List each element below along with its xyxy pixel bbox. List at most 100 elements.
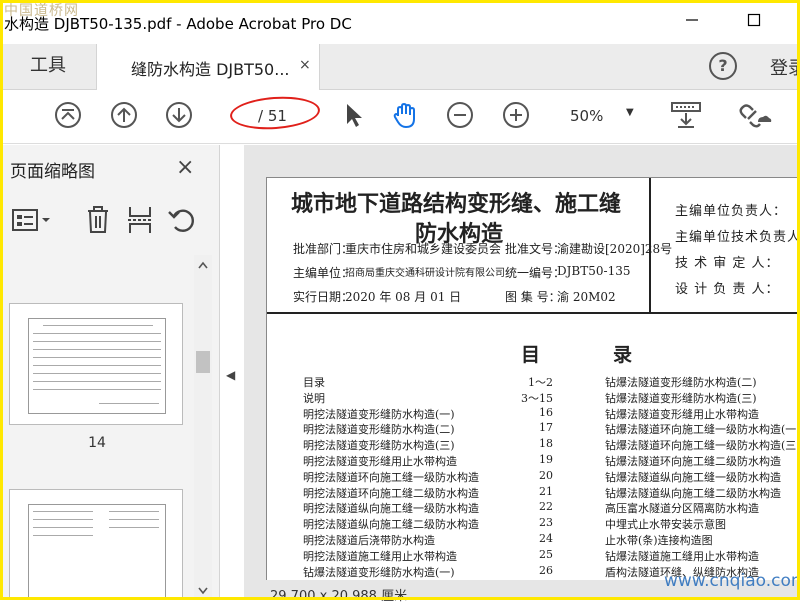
title-bar: 中国道桥网 水构造 DJBT50-135.pdf - Adobe Acrobat…: [0, 0, 800, 44]
toc-entry-page: 1～2: [528, 376, 553, 389]
toc-entry[interactable]: 钻爆法隧道变形缝防水构造(三): [605, 390, 757, 406]
toc-entry[interactable]: 明挖法隧道后浇带防水构造 24: [303, 532, 553, 548]
zoom-value: 50%: [570, 107, 604, 125]
toc-entry[interactable]: 明挖法隧道环向施工缝一级防水构造 20: [303, 469, 553, 485]
responsible-line: 主编单位技术负责人：: [675, 230, 800, 245]
toc-entry[interactable]: 钻爆法隧道施工缝用止水带构造: [605, 548, 759, 564]
document-view: 城市地下道路结构变形缝、施工缝 防水构造 批准部门： 重庆市住房和城乡建设委员会…: [244, 145, 800, 600]
responsible-line: 设 计 负 责 人：: [675, 282, 780, 297]
tab-bar: 工具 缝防水构造 DJBT50... × ? 登录: [0, 44, 800, 91]
toc-entry[interactable]: 高压富水隧道分区隔离防水构造: [605, 500, 759, 516]
toc-entry[interactable]: 明挖法隧道纵向施工缝二级防水构造 23: [303, 516, 553, 532]
collapse-panel-icon[interactable]: ◀: [226, 368, 235, 382]
toc-entry[interactable]: 钻爆法隧道变形缝防水构造(二): [605, 374, 757, 390]
tab-document[interactable]: 缝防水构造 DJBT50... ×: [96, 44, 320, 91]
login-button[interactable]: 登录: [770, 54, 800, 80]
hand-tool-icon[interactable]: [390, 100, 420, 130]
toc-entry-title: 说明: [303, 391, 325, 405]
toc-entry[interactable]: 目录 1～2: [303, 374, 553, 390]
thumbnail-options-icon[interactable]: [12, 208, 52, 232]
toc-entry-title: 明挖法隧道施工缝用止水带构造: [303, 549, 457, 563]
unified-no: DJBT50-135: [557, 264, 631, 278]
toc-entry[interactable]: 明挖法隧道变形缝用止水带构造 19: [303, 453, 553, 469]
tab-tools[interactable]: 工具: [0, 44, 96, 90]
toc-entry-page: 25: [539, 547, 553, 561]
chevron-down-icon: ▼: [626, 107, 634, 118]
toc-entry[interactable]: 钻爆法隧道变形缝用止水带构造: [605, 406, 759, 422]
toc-entry-page: 22: [539, 500, 553, 514]
thumbnail-label: 13: [0, 255, 194, 259]
close-tab-icon[interactable]: ×: [299, 57, 311, 73]
date-label: 实行日期：: [293, 290, 354, 304]
thumbnail-page-14[interactable]: [9, 303, 183, 425]
toc-entry[interactable]: 说明 3～15: [303, 390, 553, 406]
toc-entry-title: 明挖法隧道环向施工缝二级防水构造: [303, 486, 479, 500]
maximize-icon: [747, 13, 761, 27]
maximize-button[interactable]: [740, 8, 768, 36]
thumbnail-panel: 页面缩略图 × 13 14: [0, 145, 220, 600]
toc-entry-page: 17: [539, 421, 553, 435]
toc-entry[interactable]: 中埋式止水带安装示意图: [605, 516, 726, 532]
toc-entry[interactable]: 明挖法隧道施工缝用止水带构造 25: [303, 548, 553, 564]
toc-entry-title: 明挖法隧道变形缝防水构造(三): [303, 439, 455, 453]
toc-entry[interactable]: 钻爆法隧道环向施工缝二级防水构造: [605, 453, 781, 469]
toc-entry[interactable]: 明挖法隧道变形缝防水构造(二) 17: [303, 421, 553, 437]
editor: 招商局重庆交通科研设计院有限公司: [345, 268, 505, 279]
close-panel-icon[interactable]: ×: [176, 155, 194, 180]
thumbnail-toolbar: [0, 200, 220, 240]
toc-entry[interactable]: 钻爆法隧道纵向施工缝二级防水构造: [605, 485, 781, 501]
toc-entry[interactable]: 明挖法隧道环向施工缝二级防水构造 21: [303, 485, 553, 501]
panel-title: 页面缩略图: [10, 162, 95, 182]
first-page-icon[interactable]: [53, 100, 83, 130]
doc-title-line1: 城市地下道路结构变形缝、施工缝: [291, 191, 622, 217]
scrollbar-thumb[interactable]: [196, 351, 210, 373]
select-cursor-icon[interactable]: [338, 100, 368, 130]
toc-entry[interactable]: 明挖法隧道纵向施工缝一级防水构造 22: [303, 500, 553, 516]
prev-page-icon[interactable]: [109, 100, 139, 130]
date: 2020 年 08 月 01 日: [345, 290, 462, 304]
watermark-bottom: www.cnqiao.com: [664, 571, 800, 591]
toc-entry-page: 26: [539, 563, 553, 577]
toc-entry-title: 明挖法隧道变形缝用止水带构造: [303, 455, 457, 468]
toc-entry-title: 明挖法隧道纵向施工缝二级防水构造: [303, 518, 479, 532]
editor-label: 主编单位：: [293, 266, 354, 280]
toc-entry-title: 明挖法隧道变形缝防水构造(一): [303, 407, 455, 421]
toc-entry-title: 钻爆法隧道变形缝防水构造(一): [303, 565, 455, 579]
rotate-icon[interactable]: [168, 206, 196, 234]
toc-entry[interactable]: 明挖法隧道变形缝防水构造(一) 16: [303, 406, 553, 422]
toc-entry[interactable]: 钻爆法隧道变形缝防水构造(一) 26: [303, 564, 553, 580]
approval-dept-label: 批准部门：: [293, 242, 354, 256]
toc-entry-title: 明挖法隧道变形缝防水构造(二): [303, 423, 455, 437]
scroll-up-icon[interactable]: [198, 261, 208, 269]
scroll-mode-icon[interactable]: [670, 100, 702, 130]
toc-entry[interactable]: 明挖法隧道变形缝防水构造(三) 18: [303, 437, 553, 453]
responsible-line: 主编单位负责人：: [675, 204, 788, 219]
approval-no-label: 批准文号：: [505, 242, 566, 256]
thumbnail-scrollbar[interactable]: [194, 255, 212, 600]
scroll-down-icon[interactable]: [198, 587, 208, 595]
thumbnail-page-15[interactable]: [9, 489, 183, 600]
toc-entry[interactable]: 钻爆法隧道环向施工缝一级防水构造(三): [605, 437, 800, 453]
extract-pages-icon[interactable]: [127, 206, 153, 234]
zoom-dropdown[interactable]: 50% ▼: [556, 105, 646, 129]
delete-icon[interactable]: [86, 206, 110, 234]
toc-entry[interactable]: 止水带(条)连接构造图: [605, 532, 713, 548]
toc-entry[interactable]: 钻爆法隧道环向施工缝一级防水构造(一): [605, 421, 800, 437]
zoom-in-icon[interactable]: [501, 100, 531, 130]
approval-dept: 重庆市住房和城乡建设委员会: [345, 242, 502, 256]
share-link-icon[interactable]: [738, 100, 772, 130]
page-dimensions: 29.700 x 20.988 厘米: [270, 589, 408, 604]
toc-entry-title: 明挖法隧道后浇带防水构造: [303, 534, 435, 547]
minimize-button[interactable]: [678, 8, 706, 36]
zoom-out-icon[interactable]: [445, 100, 475, 130]
toc-entry-page: 23: [539, 516, 553, 530]
next-page-icon[interactable]: [164, 100, 194, 130]
title-block: 城市地下道路结构变形缝、施工缝 防水构造 批准部门： 重庆市住房和城乡建设委员会…: [267, 178, 800, 314]
help-icon[interactable]: ?: [709, 52, 737, 80]
toc-entry-page: 18: [539, 437, 553, 451]
toc-entry-page: 19: [539, 453, 553, 466]
toc-entry[interactable]: 钻爆法隧道纵向施工缝一级防水构造: [605, 469, 781, 485]
responsible-line: 技 术 审 定 人：: [675, 256, 780, 271]
toc-entry-page: 24: [539, 532, 553, 545]
toc-entry-title: 明挖法隧道纵向施工缝一级防水构造: [303, 502, 479, 516]
